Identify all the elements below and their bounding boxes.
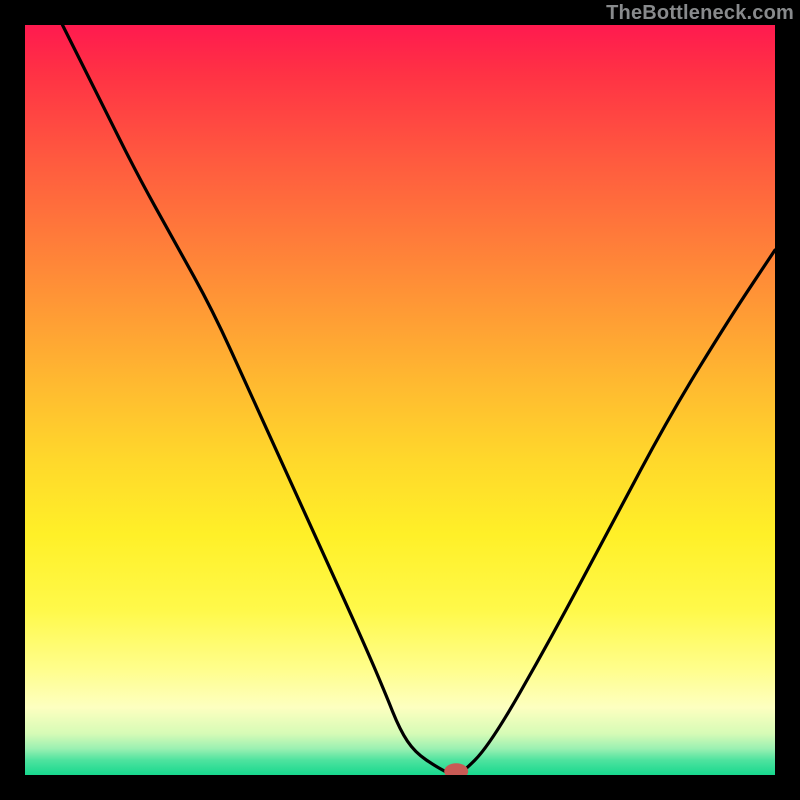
chart-container: TheBottleneck.com [0, 0, 800, 800]
optimum-marker [444, 763, 468, 775]
plot-area [25, 25, 775, 775]
curve-layer [25, 25, 775, 775]
bottleneck-curve [63, 25, 776, 775]
attribution-label: TheBottleneck.com [606, 2, 794, 25]
